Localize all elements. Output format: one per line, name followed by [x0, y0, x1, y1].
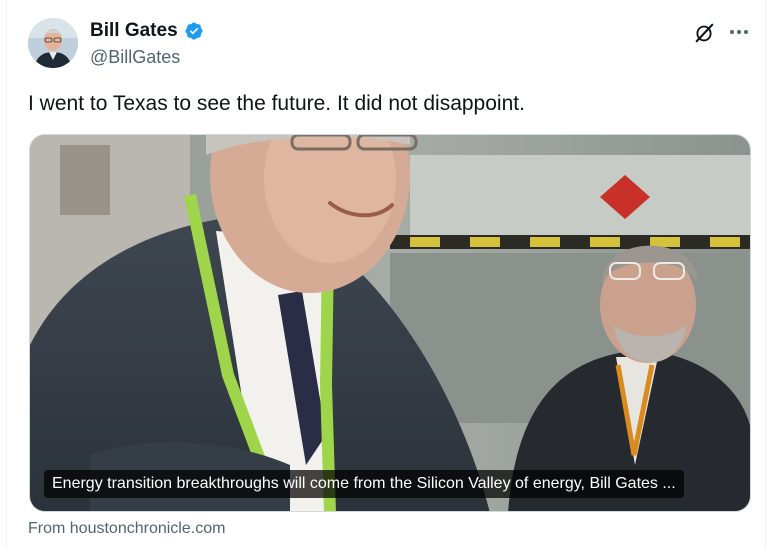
news-photo	[30, 135, 750, 511]
more-icon[interactable]	[727, 20, 751, 44]
author-display-name[interactable]: Bill Gates	[90, 20, 178, 42]
grok-icon[interactable]	[693, 22, 715, 44]
tweet-text: I went to Texas to see the future. It di…	[28, 92, 525, 115]
author-handle[interactable]: @BillGates	[90, 46, 180, 68]
avatar-image	[28, 18, 78, 68]
verified-badge-icon[interactable]	[184, 21, 204, 41]
link-card-caption: Energy transition breakthroughs will com…	[44, 470, 684, 498]
link-card-image[interactable]: Energy transition breakthroughs will com…	[29, 134, 751, 512]
tweet-card: Bill Gates @BillGates I went to Texas to…	[6, 0, 766, 550]
link-source[interactable]: From houstonchronicle.com	[28, 518, 225, 540]
avatar[interactable]	[28, 18, 78, 68]
author-name-row: Bill Gates	[90, 20, 204, 42]
